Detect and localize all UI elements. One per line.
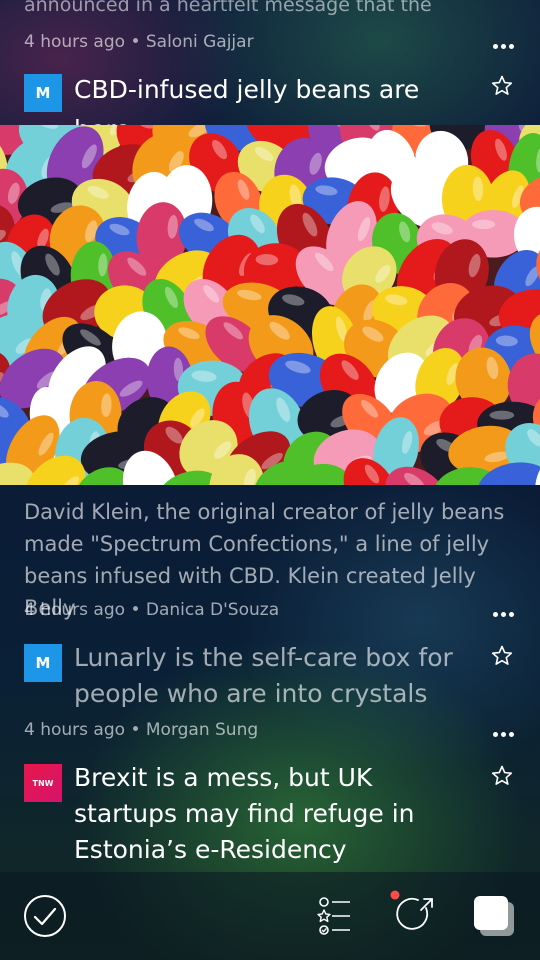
jelly-bean-highlight [472, 219, 496, 230]
article-meta: 4 hours ago • Morgan Sung [24, 720, 258, 740]
meta-time: 4 hours ago [24, 600, 126, 620]
more-options-button[interactable] [490, 606, 514, 617]
more-options-button[interactable] [490, 38, 514, 49]
more-dots-icon [493, 44, 498, 49]
jelly-bean-highlight [489, 410, 515, 420]
checklist-icon[interactable] [316, 896, 352, 936]
news-feed: announced in a heartfelt message that th… [0, 0, 540, 872]
check-circle-icon[interactable] [23, 894, 67, 938]
star-outline-icon[interactable] [490, 74, 514, 98]
article-title[interactable]: Brexit is a mess, but UK startups may fi… [74, 760, 516, 868]
refresh-icon[interactable] [388, 888, 438, 936]
jelly-beans-photo [0, 125, 540, 485]
notification-dot [390, 890, 400, 900]
meta-separator: • [130, 32, 141, 52]
tabs-icon[interactable] [472, 894, 520, 940]
meta-author: Saloni Gajjar [145, 32, 254, 52]
mashable-source-icon: M [24, 74, 62, 112]
meta-author: Morgan Sung [145, 720, 259, 740]
article-headline-row[interactable]: TNW Brexit is a mess, but UK startups ma… [24, 760, 516, 868]
star-outline-icon[interactable] [490, 764, 514, 788]
meta-time: 4 hours ago [24, 720, 126, 740]
meta-separator: • [130, 720, 141, 740]
more-dots-icon [493, 732, 498, 737]
previous-article-excerpt[interactable]: announced in a heartfelt message that th… [24, 0, 432, 16]
more-dots-icon [493, 612, 498, 617]
more-options-button[interactable] [490, 726, 514, 737]
meta-separator: • [130, 600, 141, 620]
star-outline-icon[interactable] [490, 644, 514, 668]
article-title[interactable]: Lunarly is the self-care box for people … [74, 640, 516, 712]
mashable-source-icon: M [24, 644, 62, 682]
tnw-source-icon: TNW [24, 764, 62, 802]
meta-time: 4 hours ago [24, 32, 126, 52]
article-hero-image[interactable] [0, 125, 540, 485]
article-meta: 4 hours ago • Saloni Gajjar [24, 32, 254, 52]
bottom-toolbar [0, 872, 540, 960]
article-headline-row[interactable]: M Lunarly is the self-care box for peopl… [24, 640, 516, 712]
meta-author: Danica D'Souza [145, 600, 280, 620]
article-meta: 4 hours ago • Danica D'Souza [24, 600, 279, 620]
